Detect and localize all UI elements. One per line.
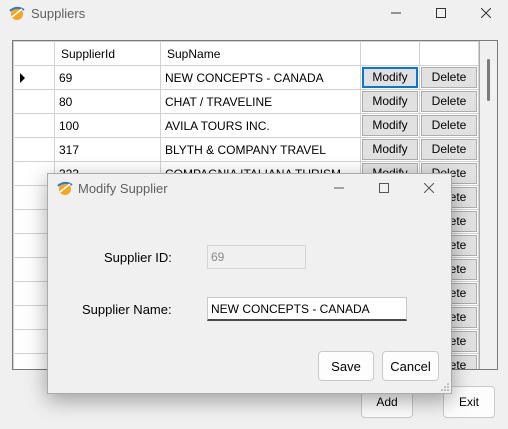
row-header-corner (13, 41, 55, 66)
minimize-icon (391, 12, 401, 14)
supplier-id-cell[interactable]: 69 (54, 65, 161, 90)
delete-button[interactable]: Delete (421, 91, 477, 112)
delete-button[interactable]: Delete (421, 115, 477, 136)
dialog-title-bar: Modify Supplier (48, 174, 451, 202)
row-header[interactable] (13, 113, 55, 138)
app-icon (9, 6, 25, 20)
delete-button[interactable]: Delete (421, 139, 477, 160)
modify-button[interactable]: Modify (362, 67, 418, 88)
table-row[interactable]: 80 CHAT / TRAVELINE Modify Delete (13, 89, 479, 114)
delete-cell: Delete (419, 137, 479, 162)
close-icon (424, 183, 434, 193)
delete-cell: Delete (419, 65, 479, 90)
scrollbar-thumb[interactable] (487, 59, 490, 101)
supplier-name-cell[interactable]: AVILA TOURS INC. (160, 113, 361, 138)
dialog-minimize-button[interactable] (316, 176, 362, 200)
supplier-id-cell[interactable]: 80 (54, 89, 161, 114)
cancel-button[interactable]: Cancel (382, 351, 439, 381)
resize-grip-icon[interactable] (441, 383, 449, 391)
row-header[interactable] (13, 137, 55, 162)
minimize-button[interactable] (373, 0, 419, 26)
delete-button[interactable]: Delete (421, 67, 477, 88)
table-row[interactable]: 317 BLYTH & COMPANY TRAVEL Modify Delete (13, 137, 479, 162)
close-button[interactable] (463, 0, 508, 26)
supplier-name-label: Supplier Name: (82, 302, 172, 317)
modify-cell: Modify (360, 113, 420, 138)
delete-cell: Delete (419, 113, 479, 138)
column-header-modify (360, 41, 420, 66)
modify-supplier-dialog: Modify Supplier Supplier ID: 69 Supplier… (47, 173, 452, 394)
column-header-delete (419, 41, 479, 66)
current-row-arrow-icon (20, 73, 25, 83)
modify-button[interactable]: Modify (362, 139, 418, 160)
dialog-title: Modify Supplier (78, 181, 168, 196)
grid-vertical-scrollbar[interactable] (480, 41, 497, 369)
modify-cell: Modify (360, 89, 420, 114)
delete-cell: Delete (419, 89, 479, 114)
maximize-button[interactable] (418, 0, 464, 26)
window-title: Suppliers (31, 6, 86, 21)
modify-cell: Modify (360, 65, 420, 90)
modify-cell: Modify (360, 137, 420, 162)
supplier-name-field[interactable]: NEW CONCEPTS - CANADA (207, 297, 407, 321)
supplier-id-cell[interactable]: 100 (54, 113, 161, 138)
maximize-icon (379, 183, 389, 193)
close-icon (481, 8, 491, 18)
dialog-maximize-button[interactable] (361, 176, 407, 200)
table-row[interactable]: 69 NEW CONCEPTS - CANADA Modify Delete (13, 65, 479, 90)
dialog-close-button[interactable] (406, 176, 452, 200)
supplier-id-label: Supplier ID: (104, 250, 172, 265)
supplier-name-cell[interactable]: CHAT / TRAVELINE (160, 89, 361, 114)
supplier-name-cell[interactable]: BLYTH & COMPANY TRAVEL (160, 137, 361, 162)
modify-button[interactable]: Modify (362, 115, 418, 136)
maximize-icon (436, 8, 446, 18)
modify-button[interactable]: Modify (362, 91, 418, 112)
dialog-app-icon (57, 181, 73, 195)
column-header-supname[interactable]: SupName (160, 41, 361, 66)
save-button[interactable]: Save (318, 351, 374, 381)
table-row[interactable]: 100 AVILA TOURS INC. Modify Delete (13, 113, 479, 138)
column-header-supplierid[interactable]: SupplierId (54, 41, 161, 66)
row-header[interactable] (13, 65, 55, 90)
supplier-id-field: 69 (207, 245, 306, 269)
minimize-icon (334, 187, 344, 189)
title-bar: Suppliers (0, 0, 508, 26)
row-header[interactable] (13, 89, 55, 114)
supplier-name-cell[interactable]: NEW CONCEPTS - CANADA (160, 65, 361, 90)
supplier-id-cell[interactable]: 317 (54, 137, 161, 162)
